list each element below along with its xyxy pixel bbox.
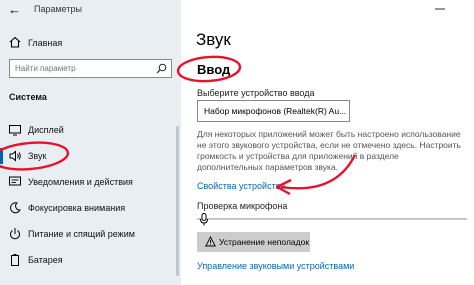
mic-test-label: Проверка микрофона bbox=[197, 201, 288, 211]
info-text: Для некоторых приложений может быть наст… bbox=[197, 129, 461, 172]
sidebar-item-sound[interactable]: Звук bbox=[0, 144, 181, 168]
mic-level-meter bbox=[197, 213, 467, 226]
search-icon[interactable] bbox=[156, 63, 167, 74]
input-device-label: Выберите устройство ввода bbox=[197, 88, 315, 98]
sidebar-item-label: Звук bbox=[28, 151, 47, 161]
sidebar-item-display[interactable]: Дисплей bbox=[0, 118, 181, 142]
sidebar-item-notifications[interactable]: Уведомления и действия bbox=[0, 170, 181, 194]
battery-icon bbox=[11, 254, 19, 266]
microphone-icon bbox=[200, 213, 208, 226]
sidebar-scrollbar[interactable] bbox=[176, 126, 179, 276]
input-section-heading: Ввод bbox=[197, 62, 231, 77]
search-input[interactable] bbox=[15, 63, 150, 74]
sidebar-item-label: Батарея bbox=[28, 255, 63, 265]
page-title: Звук bbox=[196, 30, 231, 49]
troubleshoot-button[interactable]: Устранение неполадок bbox=[197, 232, 310, 252]
search-box[interactable] bbox=[9, 59, 172, 78]
mic-level-track bbox=[197, 218, 467, 220]
device-properties-link[interactable]: Свойства устройства bbox=[197, 181, 285, 191]
title-bar: ← Параметры bbox=[0, 0, 181, 22]
input-device-dropdown[interactable]: Набор микрофонов (Realtek(R) Au... bbox=[197, 100, 350, 122]
manage-sound-devices-link[interactable]: Управление звуковыми устройствами bbox=[197, 261, 354, 271]
home-label: Главная bbox=[28, 38, 63, 48]
sidebar-item-power[interactable]: Питание и спящий режим bbox=[0, 222, 181, 246]
home-icon bbox=[9, 36, 21, 48]
speaker-icon bbox=[9, 150, 21, 162]
focus-assist-icon bbox=[10, 202, 21, 214]
sidebar-item-label: Уведомления и действия bbox=[28, 177, 133, 187]
nav-home[interactable]: Главная bbox=[0, 32, 181, 54]
sidebar-item-focus-assist[interactable]: Фокусировка внимания bbox=[0, 196, 181, 220]
notifications-icon bbox=[9, 176, 21, 186]
sidebar-item-label: Дисплей bbox=[28, 125, 64, 135]
minimize-icon[interactable] bbox=[433, 2, 447, 16]
input-device-value: Набор микрофонов (Realtek(R) Au... bbox=[204, 106, 347, 116]
power-icon bbox=[10, 228, 20, 240]
sidebar-item-label: Фокусировка внимания bbox=[28, 203, 126, 213]
display-icon bbox=[9, 125, 21, 136]
warning-icon bbox=[205, 236, 216, 247]
sidebar-item-battery[interactable]: Батарея bbox=[0, 248, 181, 272]
sidebar-item-label: Питание и спящий режим bbox=[28, 229, 135, 239]
section-title-system: Система bbox=[9, 92, 47, 102]
window-title: Параметры bbox=[34, 4, 82, 14]
troubleshoot-label: Устранение неполадок bbox=[219, 237, 310, 247]
sidebar: ← Параметры Главная Система Дисплей Звук bbox=[0, 0, 181, 285]
active-indicator bbox=[0, 148, 3, 164]
back-arrow-icon[interactable]: ← bbox=[8, 3, 22, 17]
